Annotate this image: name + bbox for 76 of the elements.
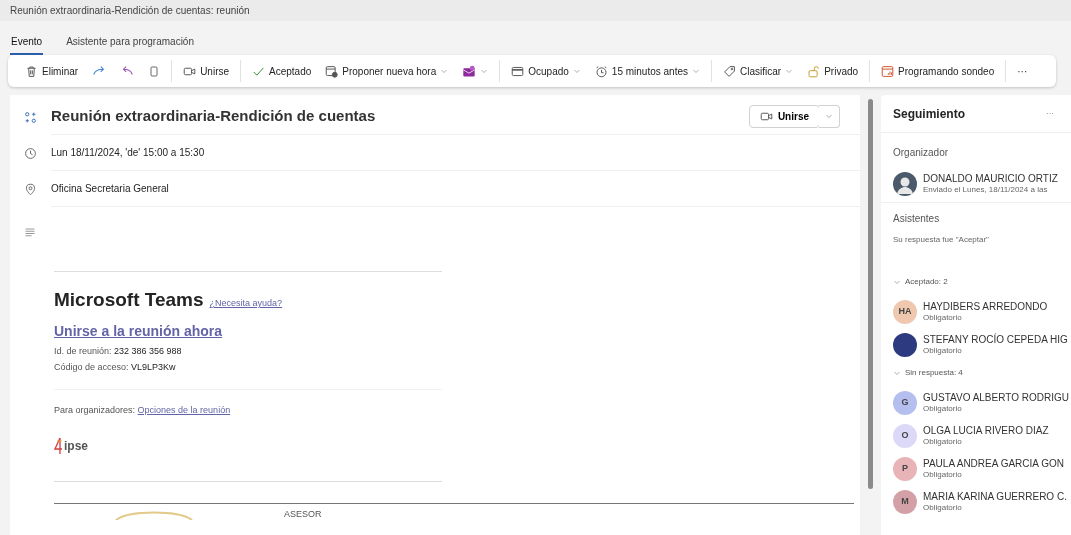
meeting-id: Id. de reunión: 232 386 356 988 (54, 344, 183, 358)
person-name: PAULA ANDREA GARCIA GON (923, 457, 1064, 469)
person-name: OLGA LUCIA RIVERO DIAZ (923, 424, 1049, 436)
delete-button[interactable]: Eliminar (20, 61, 84, 81)
person-name: GUSTAVO ALBERTO RODRIGU (923, 391, 1069, 403)
help-link[interactable]: ¿Necesita ayuda? (209, 297, 283, 311)
event-title: Reunión extraordinaria-Rendición de cuentas (51, 106, 377, 127)
avatar (893, 172, 917, 196)
avatar: HA (893, 300, 917, 324)
person-name: STEFANY ROCÍO CEPEDA HIG (923, 333, 1068, 345)
alarm-clock-icon (594, 64, 608, 78)
person-detail: Obligatorio (923, 501, 963, 514)
person-detail: Obligatorio (923, 402, 963, 415)
avatar: O (893, 424, 917, 448)
toolbar-button[interactable]: Clasificar (718, 61, 799, 81)
person-name: HAYDIBERS ARREDONDO (923, 300, 1048, 312)
group-toggle[interactable]: Aceptado: 2 (893, 276, 948, 288)
avatar: M (893, 490, 917, 514)
panel-title: Seguimiento (893, 105, 965, 123)
more-button[interactable]: ··· (1041, 105, 1059, 122)
caret-icon (480, 67, 489, 75)
group-toggle[interactable]: Sin respuesta: 4 (893, 367, 963, 379)
event-time: Lun 18/11/2024, 'de' 15:00 a 15:30 (51, 146, 205, 160)
chevron-icon (893, 369, 901, 377)
join-button[interactable]: Unirse (748, 105, 820, 128)
location-pin-icon (24, 182, 37, 196)
passcode: Código de acceso: VL9LP3Kw (54, 361, 177, 374)
join-meeting-link[interactable]: Unirse a la reunión ahora (54, 320, 223, 342)
signature-title: ASESOR (284, 508, 322, 521)
response-status: Su respuesta fue "Aceptar" (893, 234, 990, 246)
caret-icon (440, 67, 449, 75)
logo: ipse (54, 431, 88, 455)
clock-icon (24, 146, 37, 160)
card-icon (511, 64, 525, 78)
scrollbar[interactable] (868, 99, 873, 489)
caret-icon (785, 67, 794, 75)
trash-icon (25, 64, 38, 78)
notes-icon (24, 226, 36, 238)
page-icon (148, 64, 161, 78)
toolbar-button[interactable]: Privado (802, 61, 864, 81)
tab[interactable]: Asistente para programación (65, 29, 195, 55)
person-detail: Obligatorio (923, 468, 963, 481)
person-detail: Obligatorio (923, 435, 963, 448)
envelope-icon (462, 64, 477, 78)
person-detail: Obligatorio (923, 344, 963, 357)
video-camera-icon (759, 110, 773, 123)
caret-icon (572, 67, 581, 75)
meeting-icon (24, 110, 37, 124)
section-heading: Organizador (893, 146, 950, 160)
toolbar-button[interactable]: Aceptado (247, 61, 317, 81)
event-location: Oficina Secretaria General (51, 182, 169, 196)
avatar: P (893, 457, 917, 481)
caret-icon (825, 112, 833, 120)
calendar-clock-icon (325, 64, 339, 78)
toolbar-button[interactable]: 15 minutos antes (589, 61, 706, 81)
toolbar-button[interactable]: Programando sondeo (876, 61, 1000, 81)
organizers-label: Para organizadores: (54, 404, 136, 415)
app-name: Microsoft Teams (54, 288, 204, 312)
calendar-chart-icon (881, 64, 895, 78)
meeting-options-link[interactable]: Opciones de la reunión (137, 404, 231, 415)
caret-icon (692, 67, 701, 75)
window-title: Reunión extraordinaria-Rendición de cuentas: reunión (0, 0, 1071, 21)
more-button[interactable]: ··· (1012, 61, 1033, 81)
tag-icon (723, 64, 737, 78)
toolbar-button[interactable]: Proponer nueva hora (320, 61, 454, 81)
person-name: DONALDO MAURICIO ORTIZ (923, 172, 1058, 184)
avatar: G (893, 391, 917, 415)
chevron-icon (893, 278, 901, 286)
person-detail: Obligatorio (923, 311, 963, 324)
join-options-button[interactable] (819, 105, 840, 128)
person-detail: Enviado el Lunes, 18/11/2024 a las (923, 183, 1049, 196)
section-heading: Asistentes (893, 212, 941, 226)
toolbar-button[interactable]: Unirse (178, 61, 235, 81)
padlock-icon (807, 64, 821, 78)
person-name: MARIA KARINA GUERRERO C. (923, 490, 1067, 502)
toolbar-button[interactable]: Ocupado (506, 61, 586, 81)
